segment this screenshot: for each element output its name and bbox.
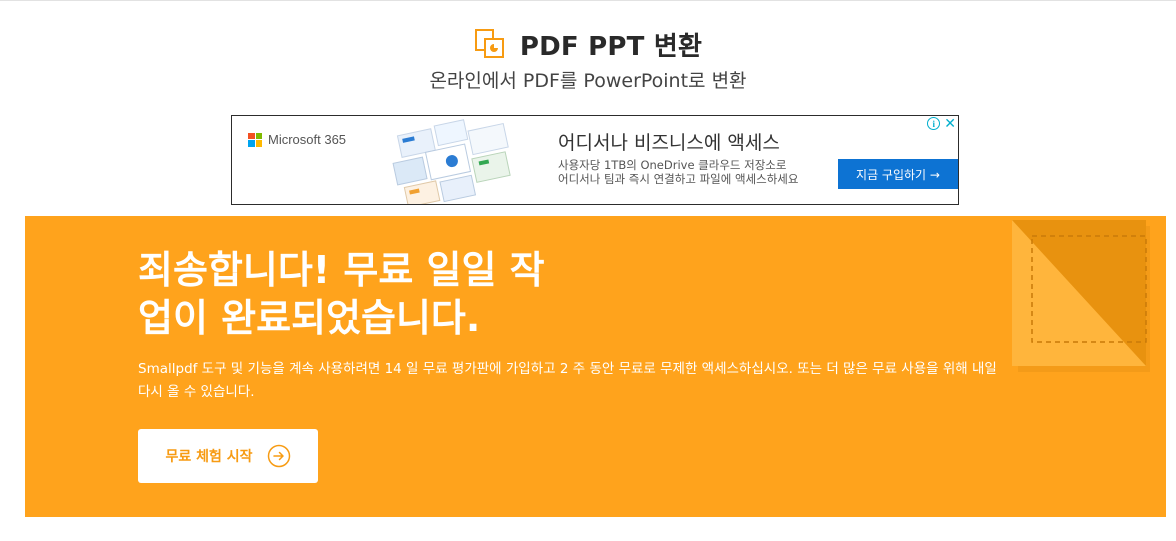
banner-title-line1: 죄송합니다! 무료 일일 작 — [138, 248, 545, 292]
ad-headline: 어디서나 비즈니스에 액세스 — [558, 132, 780, 154]
ad-controls: i ✕ — [927, 116, 956, 130]
ad-description-line2: 어디서나 팀과 즉시 연결하고 파일에 액세스하세요 — [558, 172, 799, 186]
ad-brand-name: Microsoft 365 — [268, 132, 347, 147]
ad-illustration-image — [392, 119, 511, 204]
ad-description-line1: 사용자당 1TB의 OneDrive 클라우드 저장소로 — [558, 158, 787, 172]
ad-description: 사용자당 1TB의 OneDrive 클라우드 저장소로 어디서나 팀과 즉시 … — [558, 158, 798, 186]
ad-buy-now-button[interactable]: 지금 구입하기 → — [838, 159, 958, 189]
page-subtitle: 온라인에서 PDF를 PowerPoint로 변환 — [429, 70, 747, 92]
title-row: PDF PPT 변환 — [0, 22, 1176, 66]
page-title: PDF PPT 변환 — [519, 31, 703, 62]
top-divider — [0, 0, 1176, 1]
start-free-trial-button[interactable]: 무료 체험 시작 — [138, 429, 318, 483]
trial-button-label: 무료 체험 시작 — [165, 449, 253, 465]
folded-page-illustration — [1012, 220, 1150, 372]
banner-title: 죄송합니다! 무료 일일 작 업이 완료되었습니다. — [138, 246, 658, 342]
pdf-to-ppt-icon — [474, 29, 504, 58]
page-header: PDF PPT 변환 온라인에서 PDF를 PowerPoint로 변환 — [0, 22, 1176, 93]
banner-description: Smallpdf 도구 및 기능을 계속 사용하려면 14 일 무료 평가판에 … — [138, 361, 997, 400]
banner-title-line2: 업이 완료되었습니다. — [138, 296, 481, 340]
microsoft-logo-icon — [248, 132, 262, 147]
arrow-right-circle-icon — [267, 444, 290, 468]
ad-brand-logo: Microsoft 365 — [248, 132, 346, 147]
advertisement-banner[interactable]: Microsoft 365 어디서나 비즈니스에 액세스 사용자당 1TB의 O… — [231, 115, 959, 205]
limit-reached-banner: 죄송합니다! 무료 일일 작 업이 완료되었습니다. Smallpdf 도구 및… — [25, 216, 1166, 517]
close-icon[interactable]: ✕ — [944, 116, 956, 130]
info-icon[interactable]: i — [927, 117, 941, 130]
